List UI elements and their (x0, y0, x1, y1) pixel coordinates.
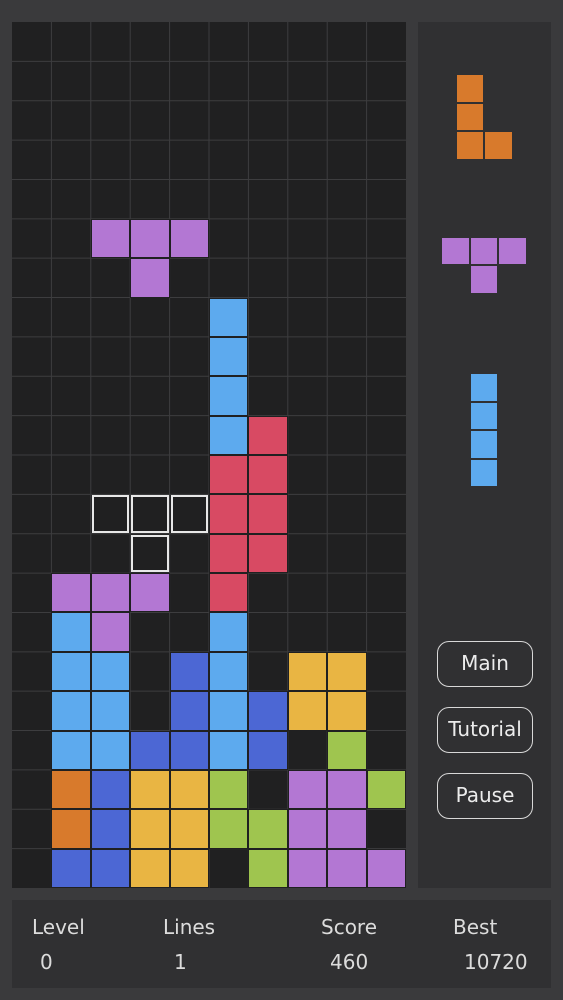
locked-block (51, 573, 91, 613)
locked-block (90, 691, 131, 731)
locked-block (248, 494, 288, 534)
active-piece-block (130, 218, 170, 259)
locked-block (209, 494, 249, 534)
locked-block (209, 691, 249, 731)
next-piece-block (498, 236, 527, 265)
locked-block (90, 769, 131, 810)
locked-block (130, 809, 170, 849)
locked-block (51, 769, 91, 810)
locked-block (248, 691, 288, 731)
next-piece-block (469, 373, 499, 402)
ghost-piece-block (91, 495, 130, 533)
locked-block (209, 730, 249, 770)
locked-block (90, 730, 131, 770)
locked-block (169, 691, 209, 731)
active-piece-block (169, 218, 209, 259)
locked-block (209, 809, 249, 849)
main-button[interactable]: Main (437, 641, 533, 687)
next-piece-block (469, 458, 499, 487)
lines-value: 1 (174, 950, 187, 974)
locked-block (51, 612, 91, 652)
active-piece-block (90, 218, 131, 259)
next-piece-block (469, 265, 499, 294)
locked-block (90, 809, 131, 849)
side-panel (418, 22, 551, 888)
locked-block (287, 848, 328, 888)
locked-block (248, 533, 288, 574)
locked-block (248, 415, 288, 455)
ghost-piece-block (131, 534, 169, 573)
locked-block (248, 455, 288, 495)
locked-block (287, 651, 328, 692)
next-piece-block (469, 236, 499, 265)
locked-block (51, 730, 91, 770)
best-value: 10720 (464, 950, 528, 974)
next-piece-block (455, 131, 484, 160)
ghost-piece-block (170, 495, 208, 533)
locked-block (327, 769, 367, 810)
locked-block (130, 848, 170, 888)
locked-block (209, 533, 249, 574)
locked-block (366, 848, 406, 888)
locked-block (169, 809, 209, 849)
locked-block (209, 769, 249, 810)
locked-block (209, 651, 249, 692)
locked-block (209, 376, 249, 416)
locked-block (90, 848, 131, 888)
locked-block (169, 730, 209, 770)
tutorial-button[interactable]: Tutorial (437, 707, 533, 753)
locked-block (209, 455, 249, 495)
locked-block (248, 730, 288, 770)
locked-block (287, 691, 328, 731)
locked-block (169, 848, 209, 888)
locked-block (209, 612, 249, 652)
next-piece-block (455, 74, 484, 103)
locked-block (90, 651, 131, 692)
next-piece-block (441, 236, 470, 265)
next-piece-block (484, 131, 513, 160)
next-piece-block (469, 401, 499, 430)
locked-block (90, 612, 131, 652)
locked-block (130, 730, 170, 770)
score-label: Score (321, 915, 378, 939)
score-value: 460 (330, 950, 369, 974)
locked-block (51, 691, 91, 731)
locked-block (209, 297, 249, 337)
locked-block (327, 691, 367, 731)
locked-block (169, 651, 209, 692)
pause-button[interactable]: Pause (437, 773, 533, 819)
locked-block (327, 730, 367, 770)
locked-block (327, 848, 367, 888)
locked-block (248, 809, 288, 849)
locked-block (366, 769, 406, 810)
locked-block (209, 573, 249, 613)
locked-block (90, 573, 131, 613)
best-label: Best (453, 915, 498, 939)
locked-block (51, 809, 91, 849)
lines-label: Lines (163, 915, 216, 939)
locked-block (51, 848, 91, 888)
ghost-piece-block (131, 495, 169, 533)
level-label: Level (32, 915, 85, 939)
game-board[interactable] (12, 22, 406, 888)
locked-block (130, 573, 170, 613)
active-piece-block (130, 258, 170, 298)
next-piece-block (469, 430, 499, 459)
locked-block (209, 336, 249, 377)
locked-block (287, 809, 328, 849)
stats-bar: Level 0 Lines 1 Score 460 Best 10720 (12, 900, 551, 988)
locked-block (169, 769, 209, 810)
locked-block (209, 415, 249, 455)
level-value: 0 (40, 950, 53, 974)
next-piece-block (455, 102, 484, 132)
locked-block (287, 769, 328, 810)
locked-block (327, 651, 367, 692)
locked-block (327, 809, 367, 849)
locked-block (248, 848, 288, 888)
locked-block (130, 769, 170, 810)
locked-block (51, 651, 91, 692)
